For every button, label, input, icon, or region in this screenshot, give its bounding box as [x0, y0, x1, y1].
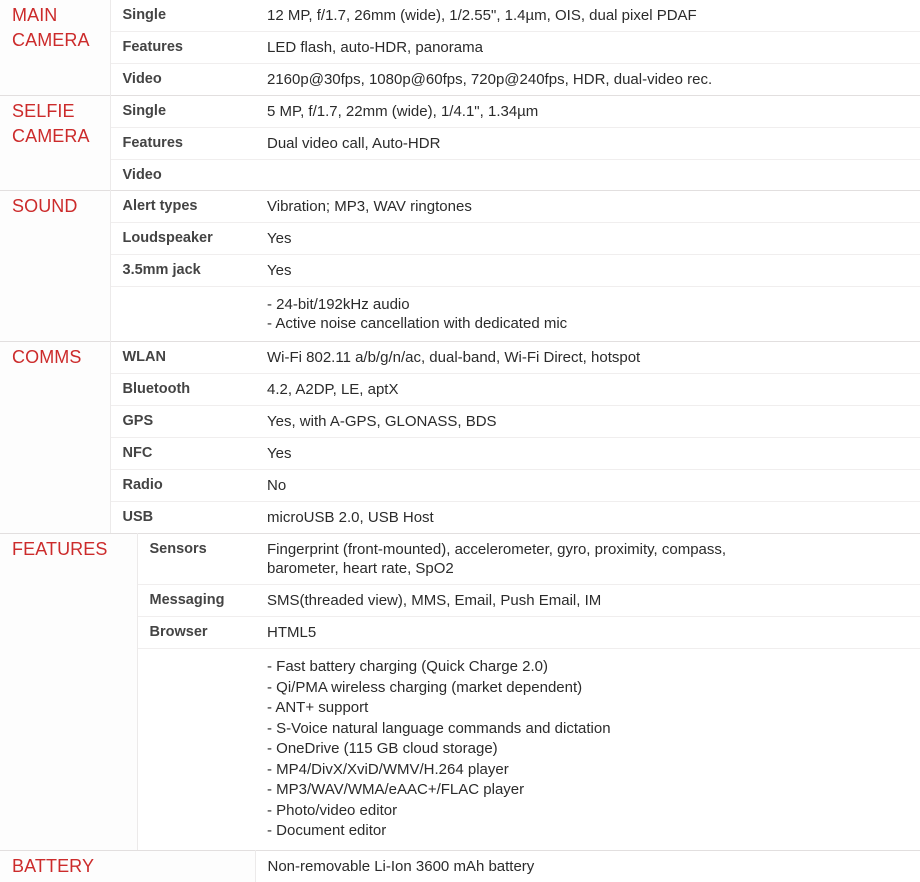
spec-label: Sensors — [137, 533, 255, 585]
spec-row: Messaging SMS(threaded view), MMS, Email… — [0, 584, 920, 617]
spec-label: Single — [110, 95, 255, 128]
spec-value: No — [255, 469, 920, 502]
spec-label: USB — [110, 501, 255, 533]
features-bullet-list: - Fast battery charging (Quick Charge 2.… — [267, 657, 910, 842]
spec-label: GPS — [110, 405, 255, 438]
spec-row: FEATURES Sensors Fingerprint (front-moun… — [0, 533, 920, 850]
section-heading-sound: SOUND — [0, 190, 111, 342]
spec-value: microUSB 2.0, USB Host — [255, 501, 920, 533]
spec-label: Loudspeaker — [110, 222, 255, 255]
spec-value — [255, 159, 920, 191]
spec-value: - 24-bit/192kHz audio - Active noise can… — [255, 286, 920, 342]
spec-value: HTML5 — [255, 616, 920, 649]
list-item: - Document editor — [267, 822, 387, 839]
spec-label — [110, 286, 255, 342]
spec-row: Video 2160p@30fps, 1080p@60fps, 720p@240… — [0, 63, 920, 96]
spec-label: Bluetooth — [110, 373, 255, 406]
spec-label: Video — [110, 63, 255, 96]
spec-value: Yes — [255, 254, 920, 287]
section-heading-line: SELFIE — [12, 101, 75, 121]
specifications-sheet: MAIN CAMERA Single 12 MP, f/1.7, 26mm (w… — [0, 0, 920, 882]
spec-row: MAIN CAMERA Single 12 MP, f/1.7, 26mm (w… — [0, 0, 920, 96]
spec-value-bullets: - Fast battery charging (Quick Charge 2.… — [255, 648, 920, 850]
section-heading-comms: COMMS — [0, 341, 111, 533]
section-heading-battery: BATTERY — [0, 849, 256, 882]
spec-label: Features — [110, 31, 255, 64]
spec-value: 12 MP, f/1.7, 26mm (wide), 1/2.55", 1.4µ… — [255, 0, 920, 32]
section-heading-line: BATTERY — [12, 855, 95, 876]
spec-row: Features LED flash, auto-HDR, panorama — [0, 31, 920, 64]
spec-value: 5 MP, f/1.7, 22mm (wide), 1/4.1", 1.34µm — [255, 95, 920, 128]
spec-row: 3.5mm jack Yes — [0, 254, 920, 287]
section-heading-line: FEATURES — [12, 539, 108, 559]
section-heading-line: SOUND — [12, 196, 78, 216]
spec-value: Yes, with A-GPS, GLONASS, BDS — [255, 405, 920, 438]
spec-row: USB microUSB 2.0, USB Host — [0, 501, 920, 533]
section-heading-line: CAMERA — [12, 30, 90, 50]
spec-row: Radio No — [0, 469, 920, 502]
spec-label: Alert types — [110, 190, 255, 223]
list-item: - MP3/WAV/WMA/eAAC+/FLAC player — [267, 781, 525, 798]
spec-row: Video — [0, 159, 920, 191]
spec-row: Bluetooth 4.2, A2DP, LE, aptX — [0, 373, 920, 406]
spec-row: - 24-bit/192kHz audio - Active noise can… — [0, 286, 920, 342]
spec-table-features: FEATURES Sensors Fingerprint (front-moun… — [0, 533, 920, 850]
spec-value: Non-removable Li-Ion 3600 mAh battery — [255, 849, 920, 882]
spec-value: Wi-Fi 802.11 a/b/g/n/ac, dual-band, Wi-F… — [255, 341, 920, 374]
spec-value: Yes — [255, 437, 920, 470]
spec-row: SOUND Alert types Vibration; MP3, WAV ri… — [0, 190, 920, 342]
spec-label: Browser — [137, 616, 255, 649]
spec-value: Yes — [255, 222, 920, 255]
spec-row: Loudspeaker Yes — [0, 222, 920, 255]
spec-value: Fingerprint (front-mounted), acceleromet… — [255, 533, 920, 585]
spec-row: BATTERY Non-removable Li-Ion 3600 mAh ba… — [0, 849, 920, 882]
spec-label: Features — [110, 127, 255, 160]
spec-label: 3.5mm jack — [110, 254, 255, 287]
spec-label: Single — [110, 0, 255, 32]
spec-table-battery: BATTERY Non-removable Li-Ion 3600 mAh ba… — [0, 849, 920, 882]
spec-row: - Fast battery charging (Quick Charge 2.… — [0, 648, 920, 850]
spec-label: NFC — [110, 437, 255, 470]
spec-label: Video — [110, 159, 255, 191]
section-heading-line: CAMERA — [12, 126, 90, 146]
spec-value: 2160p@30fps, 1080p@60fps, 720p@240fps, H… — [255, 63, 920, 96]
list-item: - Photo/video editor — [267, 801, 398, 819]
list-item: - MP4/DivX/XviD/WMV/H.264 player — [267, 760, 509, 778]
spec-value: LED flash, auto-HDR, panorama — [255, 31, 920, 64]
spec-value: SMS(threaded view), MMS, Email, Push Ema… — [255, 584, 920, 617]
spec-table-upper: MAIN CAMERA Single 12 MP, f/1.7, 26mm (w… — [0, 0, 920, 533]
spec-label — [137, 648, 255, 850]
spec-value: 4.2, A2DP, LE, aptX — [255, 373, 920, 406]
section-heading-line: MAIN — [12, 5, 58, 25]
section-heading-features: FEATURES — [0, 533, 138, 850]
spec-value: Vibration; MP3, WAV ringtones — [255, 190, 920, 223]
spec-row: NFC Yes — [0, 437, 920, 470]
spec-row: Features Dual video call, Auto-HDR — [0, 127, 920, 160]
spec-label: Messaging — [137, 584, 255, 617]
spec-value: Dual video call, Auto-HDR — [255, 127, 920, 160]
list-item: - ANT+ support — [267, 699, 369, 716]
spec-label: WLAN — [110, 341, 255, 374]
spec-row: COMMS WLAN Wi-Fi 802.11 a/b/g/n/ac, dual… — [0, 341, 920, 533]
list-item: - OneDrive (115 GB cloud storage) — [267, 740, 498, 757]
section-heading-main-camera: MAIN CAMERA — [0, 0, 111, 96]
spec-row: SELFIE CAMERA Single 5 MP, f/1.7, 22mm (… — [0, 95, 920, 191]
section-heading-line: COMMS — [12, 347, 82, 367]
list-item: - Fast battery charging (Quick Charge 2.… — [267, 658, 548, 675]
list-item: - Qi/PMA wireless charging (market depen… — [267, 678, 583, 696]
spec-row: Browser HTML5 — [0, 616, 920, 649]
list-item: - S-Voice natural language commands and … — [267, 719, 611, 737]
section-heading-selfie-camera: SELFIE CAMERA — [0, 95, 111, 191]
spec-row: GPS Yes, with A-GPS, GLONASS, BDS — [0, 405, 920, 438]
spec-label: Radio — [110, 469, 255, 502]
